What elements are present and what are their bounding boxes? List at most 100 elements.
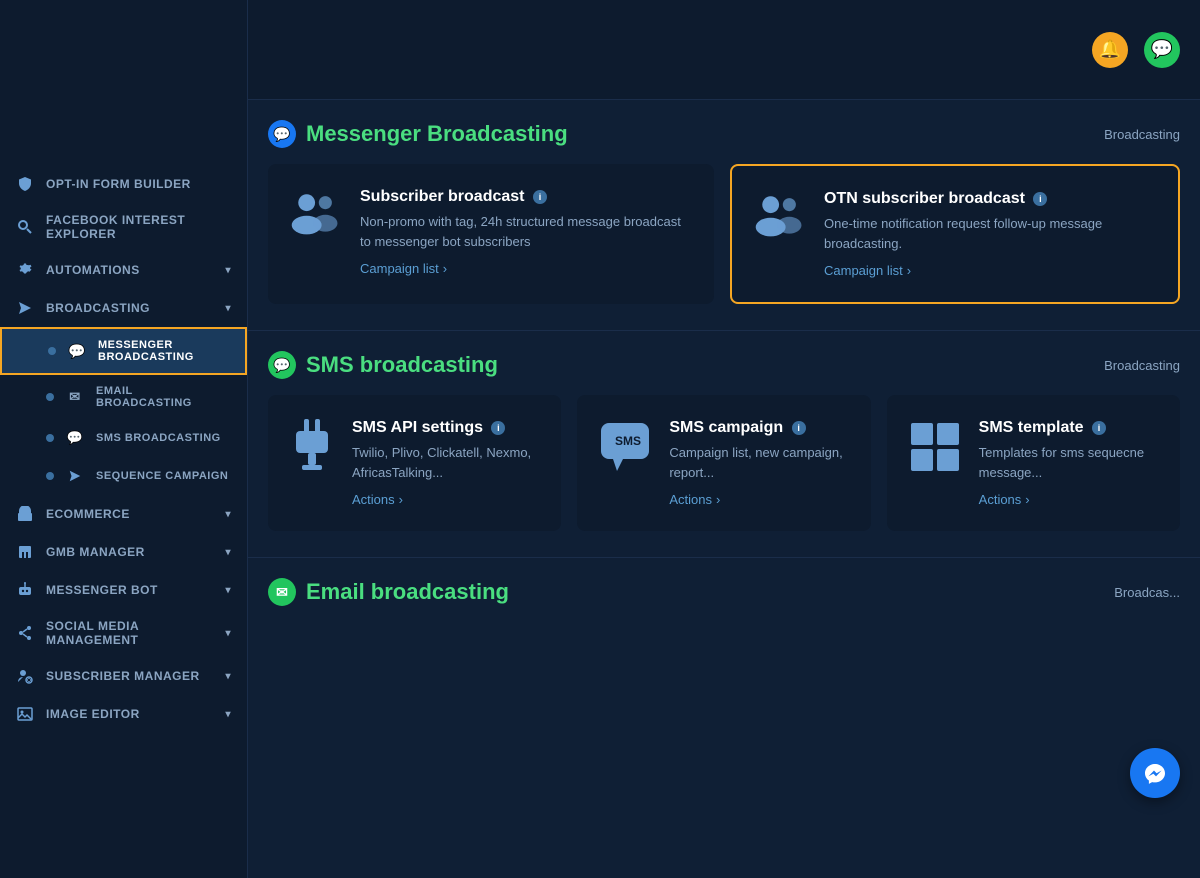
otn-broadcast-content: OTN subscriber broadcast i One-time noti… [824, 190, 1158, 278]
subscriber-broadcast-content: Subscriber broadcast i Non-promo with ta… [360, 188, 694, 276]
messenger-section-icon: 💬 [268, 120, 296, 148]
chevron-icon: ▾ [225, 709, 231, 720]
sidebar-item-email-broadcasting[interactable]: ✉ Email Broadcasting [0, 375, 247, 419]
sms-cards-row: SMS API settings i Twilio, Plivo, Clicka… [268, 395, 1180, 531]
messenger-section-title: 💬 Messenger Broadcasting [268, 120, 568, 148]
arrow-right-icon: › [399, 492, 403, 507]
dot-icon [46, 393, 54, 401]
user-cog-icon [16, 667, 34, 685]
send-icon [66, 467, 84, 485]
subscriber-broadcast-link[interactable]: Campaign list › [360, 261, 694, 276]
sidebar-item-messenger-broadcasting[interactable]: 💬 Messenger Broadcasting [0, 327, 247, 375]
email-section-header: ✉ Email broadcasting Broadcas... [268, 578, 1180, 606]
email-broadcasting-section: ✉ Email broadcasting Broadcas... [248, 558, 1200, 632]
grid-icon [907, 419, 963, 475]
sms-template-link[interactable]: Actions › [979, 492, 1160, 507]
topbar: 🔔 💬 [248, 0, 1200, 100]
sms-template-title: SMS template i [979, 419, 1160, 437]
info-icon: i [1092, 421, 1106, 435]
sidebar-item-automations[interactable]: Automations ▾ [0, 251, 247, 289]
otn-broadcast-title: OTN subscriber broadcast i [824, 190, 1158, 208]
paper-plane-icon [16, 299, 34, 317]
plug-icon [288, 419, 336, 475]
sms-campaign-desc: Campaign list, new campaign, report... [669, 443, 850, 482]
sidebar-item-social-media[interactable]: Social Media Management ▾ [0, 609, 247, 657]
dot-icon [48, 347, 56, 355]
sms-api-settings-card: SMS API settings i Twilio, Plivo, Clicka… [268, 395, 561, 531]
subscriber-broadcast-desc: Non-promo with tag, 24h structured messa… [360, 212, 694, 251]
info-icon: i [792, 421, 806, 435]
info-icon: i [491, 421, 505, 435]
messenger-breadcrumb: Broadcasting [1104, 127, 1180, 142]
sidebar-item-messenger-bot[interactable]: Messenger Bot ▾ [0, 571, 247, 609]
sidebar-item-broadcasting[interactable]: Broadcasting ▾ [0, 289, 247, 327]
shield-icon [16, 175, 34, 193]
svg-text:SMS: SMS [615, 434, 641, 448]
sms-api-link[interactable]: Actions › [352, 492, 541, 507]
messenger-fab[interactable] [1130, 748, 1180, 798]
share-icon [16, 624, 34, 642]
sms-breadcrumb: Broadcasting [1104, 358, 1180, 373]
sms-broadcasting-section: 💬 SMS broadcasting Broadcasting [248, 331, 1200, 557]
sms-template-content: SMS template i Templates for sms sequecn… [979, 419, 1160, 507]
chevron-down-icon: ▾ [225, 265, 231, 276]
dot-icon [46, 472, 54, 480]
main-content: 🔔 💬 💬 Messenger Broadcasting Broadcastin… [248, 0, 1200, 878]
sidebar: Opt-In Form Builder Facebook Interest Ex… [0, 0, 248, 878]
sms-campaign-content: SMS campaign i Campaign list, new campai… [669, 419, 850, 507]
building-icon [16, 543, 34, 561]
messenger-section-header: 💬 Messenger Broadcasting Broadcasting [268, 120, 1180, 148]
topbar-icons: 🔔 💬 [1092, 32, 1180, 68]
sms-bubble-icon: SMS [597, 419, 653, 475]
gear-icon [16, 261, 34, 279]
sidebar-item-subscriber-manager[interactable]: Subscriber Manager ▾ [0, 657, 247, 695]
sms-section-icon: 💬 [268, 351, 296, 379]
sidebar-item-gmb-manager[interactable]: GMB Manager ▾ [0, 533, 247, 571]
sms-section-title: 💬 SMS broadcasting [268, 351, 498, 379]
email-breadcrumb: Broadcas... [1114, 585, 1180, 600]
sidebar-item-sequence-campaign[interactable]: Sequence Campaign [0, 457, 247, 495]
subscriber-broadcast-card: Subscriber broadcast i Non-promo with ta… [268, 164, 714, 304]
sms-icon: 💬 [66, 429, 84, 447]
email-section-icon: ✉ [268, 578, 296, 606]
sidebar-item-opt-in-form[interactable]: Opt-In Form Builder [0, 165, 247, 203]
users-icon [288, 188, 344, 236]
image-icon [16, 705, 34, 723]
chevron-icon: ▾ [225, 547, 231, 558]
messenger-icon: 💬 [68, 342, 86, 360]
chevron-icon: ▾ [225, 628, 231, 639]
arrow-right-icon: › [443, 261, 447, 276]
arrow-right-icon: › [716, 492, 720, 507]
sms-campaign-link[interactable]: Actions › [669, 492, 850, 507]
sms-api-title: SMS API settings i [352, 419, 541, 437]
sidebar-item-image-editor[interactable]: Image Editor ▾ [0, 695, 247, 733]
sms-api-desc: Twilio, Plivo, Clickatell, Nexmo, Africa… [352, 443, 541, 482]
topbar-icon-chat[interactable]: 💬 [1144, 32, 1180, 68]
sms-section-header: 💬 SMS broadcasting Broadcasting [268, 351, 1180, 379]
robot-icon [16, 581, 34, 599]
sms-campaign-title: SMS campaign i [669, 419, 850, 437]
sidebar-item-facebook-interest[interactable]: Facebook Interest Explorer [0, 203, 247, 251]
otn-users-icon [752, 190, 808, 238]
messenger-cards-row: Subscriber broadcast i Non-promo with ta… [268, 164, 1180, 304]
chevron-icon: ▾ [225, 671, 231, 682]
topbar-icon-bell[interactable]: 🔔 [1092, 32, 1128, 68]
messenger-broadcasting-section: 💬 Messenger Broadcasting Broadcasting [248, 100, 1200, 330]
sidebar-item-ecommerce[interactable]: Ecommerce ▾ [0, 495, 247, 533]
sms-api-content: SMS API settings i Twilio, Plivo, Clicka… [352, 419, 541, 507]
sidebar-item-sms-broadcasting[interactable]: 💬 SMS Broadcasting [0, 419, 247, 457]
arrow-right-icon: › [1025, 492, 1029, 507]
store-icon [16, 505, 34, 523]
email-section-title: ✉ Email broadcasting [268, 578, 509, 606]
chevron-icon: ▾ [225, 509, 231, 520]
info-icon: i [533, 190, 547, 204]
otn-broadcast-desc: One-time notification request follow-up … [824, 214, 1158, 253]
otn-subscriber-broadcast-card: OTN subscriber broadcast i One-time noti… [730, 164, 1180, 304]
subscriber-broadcast-title: Subscriber broadcast i [360, 188, 694, 206]
otn-broadcast-link[interactable]: Campaign list › [824, 263, 1158, 278]
chevron-icon: ▾ [225, 585, 231, 596]
email-icon: ✉ [66, 388, 84, 406]
dot-icon [46, 434, 54, 442]
search-icon [16, 218, 34, 236]
chevron-down-icon-broadcasting: ▾ [225, 303, 231, 314]
